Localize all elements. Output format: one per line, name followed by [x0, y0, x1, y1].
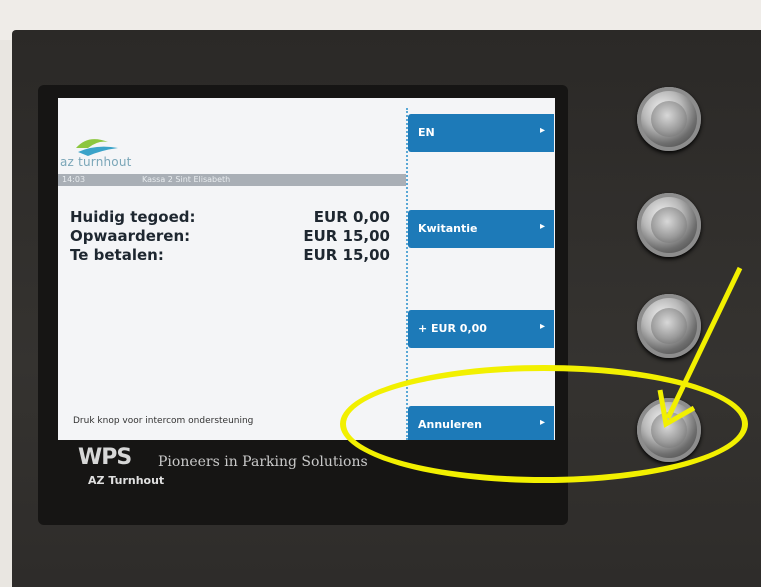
row-to-pay: Te betalen: EUR 15,00: [70, 246, 390, 265]
receipt-button[interactable]: Kwitantie ▸: [408, 210, 554, 248]
hardware-button-1[interactable]: [637, 87, 701, 151]
logo-text: az turnhout: [60, 155, 132, 169]
button-cap: [651, 308, 687, 344]
row-top-up: Opwaarderen: EUR 15,00: [70, 227, 390, 246]
language-button[interactable]: EN ▸: [408, 114, 554, 152]
row-label: Te betalen:: [70, 246, 164, 264]
button-label: Kwitantie: [418, 222, 478, 235]
arrow-right-icon: ▸: [539, 221, 545, 232]
brand-tagline: Pioneers in Parking Solutions: [158, 454, 368, 470]
hardware-button-3[interactable]: [637, 294, 701, 358]
arrow-right-icon: ▸: [539, 125, 545, 136]
button-cap: [651, 101, 687, 137]
add-amount-button[interactable]: + EUR 0,00 ▸: [408, 310, 554, 348]
row-label: Opwaarderen:: [70, 227, 191, 245]
row-current-balance: Huidig tegoed: EUR 0,00: [70, 208, 390, 227]
row-value: EUR 15,00: [303, 227, 390, 245]
button-label: EN: [418, 126, 435, 139]
wps-logo: WPS: [78, 445, 132, 470]
site-name: AZ Turnhout: [88, 474, 165, 487]
row-value: EUR 15,00: [303, 246, 390, 264]
intercom-hint: Druk knop voor intercom ondersteuning: [73, 416, 254, 426]
row-value: EUR 0,00: [313, 208, 390, 226]
arrow-right-icon: ▸: [539, 321, 545, 332]
hardware-button-2[interactable]: [637, 193, 701, 257]
info-bar: 14:03 Kassa 2 Sint Elisabeth: [58, 174, 406, 186]
button-cap: [651, 207, 687, 243]
row-label: Huidig tegoed:: [70, 208, 196, 226]
info-location: Kassa 2 Sint Elisabeth: [142, 175, 231, 184]
balance-summary: Huidig tegoed: EUR 0,00 Opwaarderen: EUR…: [70, 208, 390, 265]
info-time: 14:03: [62, 175, 86, 184]
highlight-ellipse: [340, 365, 748, 483]
button-label: + EUR 0,00: [418, 322, 487, 335]
